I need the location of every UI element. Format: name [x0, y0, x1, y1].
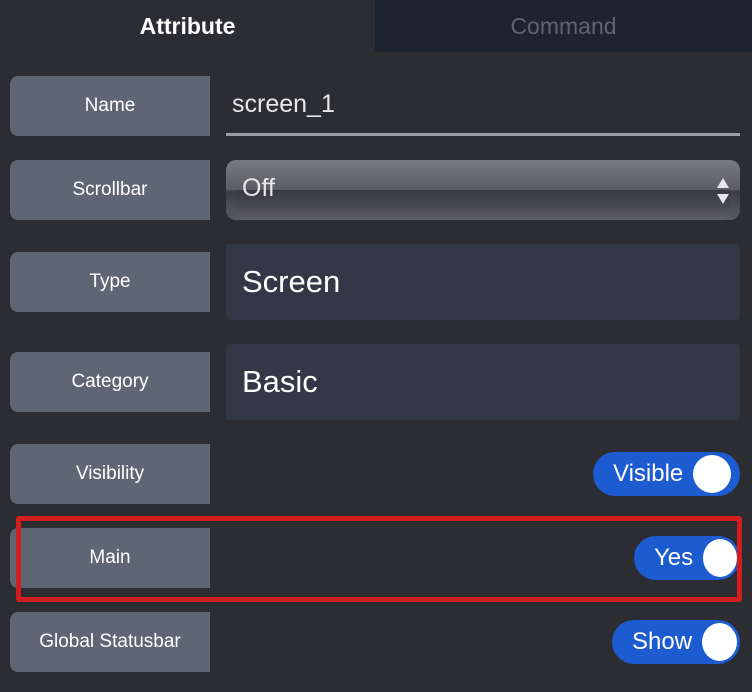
visibility-toggle-text: Visible [613, 460, 684, 487]
main-toggle[interactable]: Yes [634, 536, 740, 580]
global-statusbar-toggle-text: Show [632, 628, 693, 655]
global-statusbar-toggle[interactable]: Show [612, 620, 740, 664]
scrollbar-label: Scrollbar [10, 160, 210, 220]
toggle-knob [702, 623, 737, 661]
main-label: Main [10, 528, 210, 588]
category-label: Category [10, 352, 210, 412]
tab-attribute[interactable]: Attribute [0, 0, 375, 52]
type-label: Type [10, 252, 210, 312]
name-label: Name [10, 76, 210, 136]
global-statusbar-label: Global Statusbar [10, 612, 210, 672]
toggle-knob [693, 455, 732, 493]
name-input[interactable] [226, 76, 740, 136]
visibility-label: Visibility [10, 444, 210, 504]
toggle-knob [703, 539, 737, 577]
scrollbar-select-value: Off [242, 174, 275, 202]
main-toggle-text: Yes [654, 544, 694, 571]
tab-bar: Attribute Command [0, 0, 752, 52]
up-down-arrows-icon [716, 178, 730, 204]
scrollbar-select[interactable]: Off [226, 160, 740, 220]
select-inner-bevel [236, 190, 730, 220]
type-value: Screen [226, 244, 740, 320]
visibility-toggle[interactable]: Visible [593, 452, 740, 496]
tab-command[interactable]: Command [375, 0, 752, 52]
category-value: Basic [226, 344, 740, 420]
